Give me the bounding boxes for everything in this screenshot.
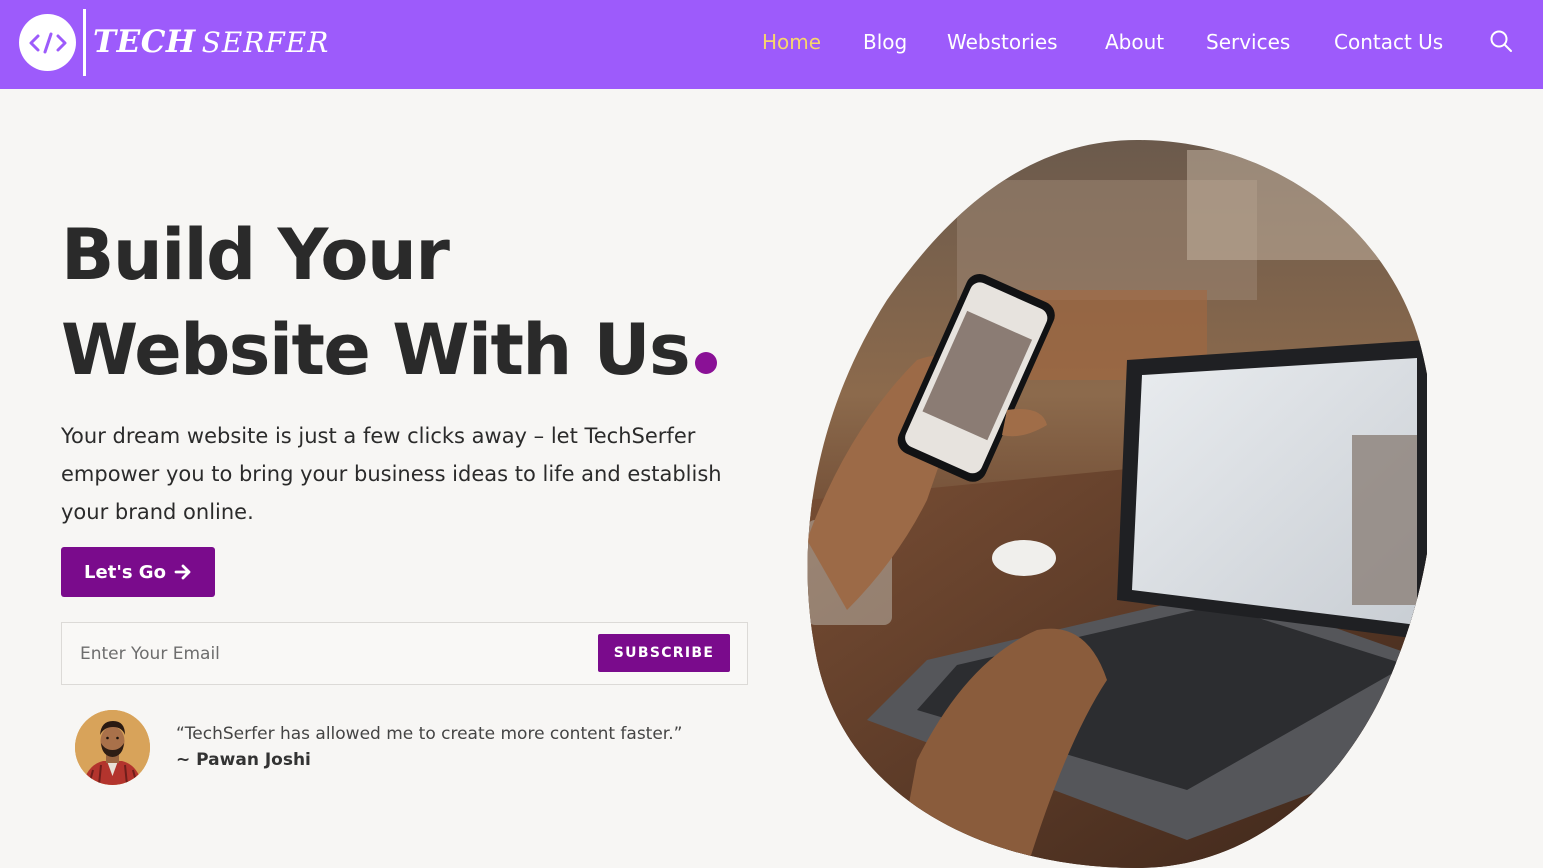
brand-name-part1: TECH xyxy=(93,24,196,60)
nav-item-services[interactable]: Services xyxy=(1206,27,1290,57)
logo-divider xyxy=(83,9,86,76)
nav-item-about[interactable]: About xyxy=(1105,27,1164,57)
brand-name-part2: SERFER xyxy=(201,26,330,59)
testimonial-author: ~ Pawan Joshi xyxy=(176,750,311,770)
site-header: TECH SERFER Home Blog Webstories About Se… xyxy=(0,0,1543,89)
hero-intro: Your dream website is just a few clicks … xyxy=(61,424,722,524)
code-brackets-icon xyxy=(29,32,66,53)
lets-go-button[interactable]: Let's Go xyxy=(61,547,215,597)
subscribe-button[interactable]: SUBSCRIBE xyxy=(598,634,730,672)
logo-badge[interactable] xyxy=(19,14,76,71)
hero-headline: Build Your Website With Us xyxy=(61,208,718,398)
lets-go-label: Let's Go xyxy=(84,561,166,583)
avatar xyxy=(75,710,150,785)
person-avatar-icon xyxy=(75,710,150,785)
search-icon[interactable] xyxy=(1488,28,1514,54)
accent-dot xyxy=(695,352,718,374)
nav-item-webstories[interactable]: Webstories xyxy=(947,27,1058,57)
hero-image xyxy=(807,140,1427,868)
subscribe-form: SUBSCRIBE xyxy=(61,622,748,685)
hero-headline-line2: Website With Us xyxy=(61,309,691,391)
testimonial-quote: “TechSerfer has allowed me to create mor… xyxy=(176,724,683,744)
email-input[interactable] xyxy=(80,638,580,670)
nav-item-blog[interactable]: Blog xyxy=(863,27,907,57)
brand-name[interactable]: TECH SERFER xyxy=(93,22,329,67)
hero-headline-line1: Build Your xyxy=(61,214,450,296)
nav-item-home[interactable]: Home xyxy=(762,27,821,57)
arrow-right-icon xyxy=(174,564,191,580)
nav-item-contact-us[interactable]: Contact Us xyxy=(1334,27,1443,57)
